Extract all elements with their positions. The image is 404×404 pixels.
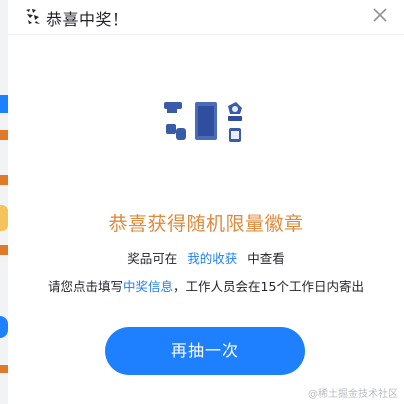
my-rewards-link[interactable]: 我的收获	[187, 251, 237, 266]
header-divider	[8, 34, 404, 35]
prize-headline: 恭喜获得随机限量徽章	[108, 213, 304, 235]
watermark: @稀土掘金技术社区	[308, 389, 398, 400]
prize-modal: 恭喜中奖！ 恭喜获得随机限量徽章 奖品可在 我的收获 中查看 请您点击填写中奖信…	[8, 0, 404, 404]
modal-title: 恭喜中奖！	[46, 10, 129, 29]
close-icon[interactable]	[368, 3, 392, 27]
shipping-hint: 请您点击填写中奖信息，工作人员会在15个工作日内寄出	[8, 276, 404, 295]
background-page-strip	[0, 0, 8, 404]
shipping-prefix: 请您点击填写	[48, 279, 124, 294]
view-prize-hint: 奖品可在 我的收获 中查看	[8, 248, 404, 267]
shipping-suffix: ，工作人员会在15个工作日内寄出	[173, 279, 364, 294]
draw-again-button[interactable]: 再抽一次	[105, 327, 305, 375]
modal-header: 恭喜中奖！	[8, 0, 404, 34]
prize-info-link[interactable]: 中奖信息	[123, 279, 173, 294]
hint-prefix: 奖品可在	[127, 251, 178, 266]
badge-set-image	[164, 102, 242, 142]
hint-suffix: 中查看	[247, 251, 285, 266]
celebration-icon	[26, 9, 40, 24]
